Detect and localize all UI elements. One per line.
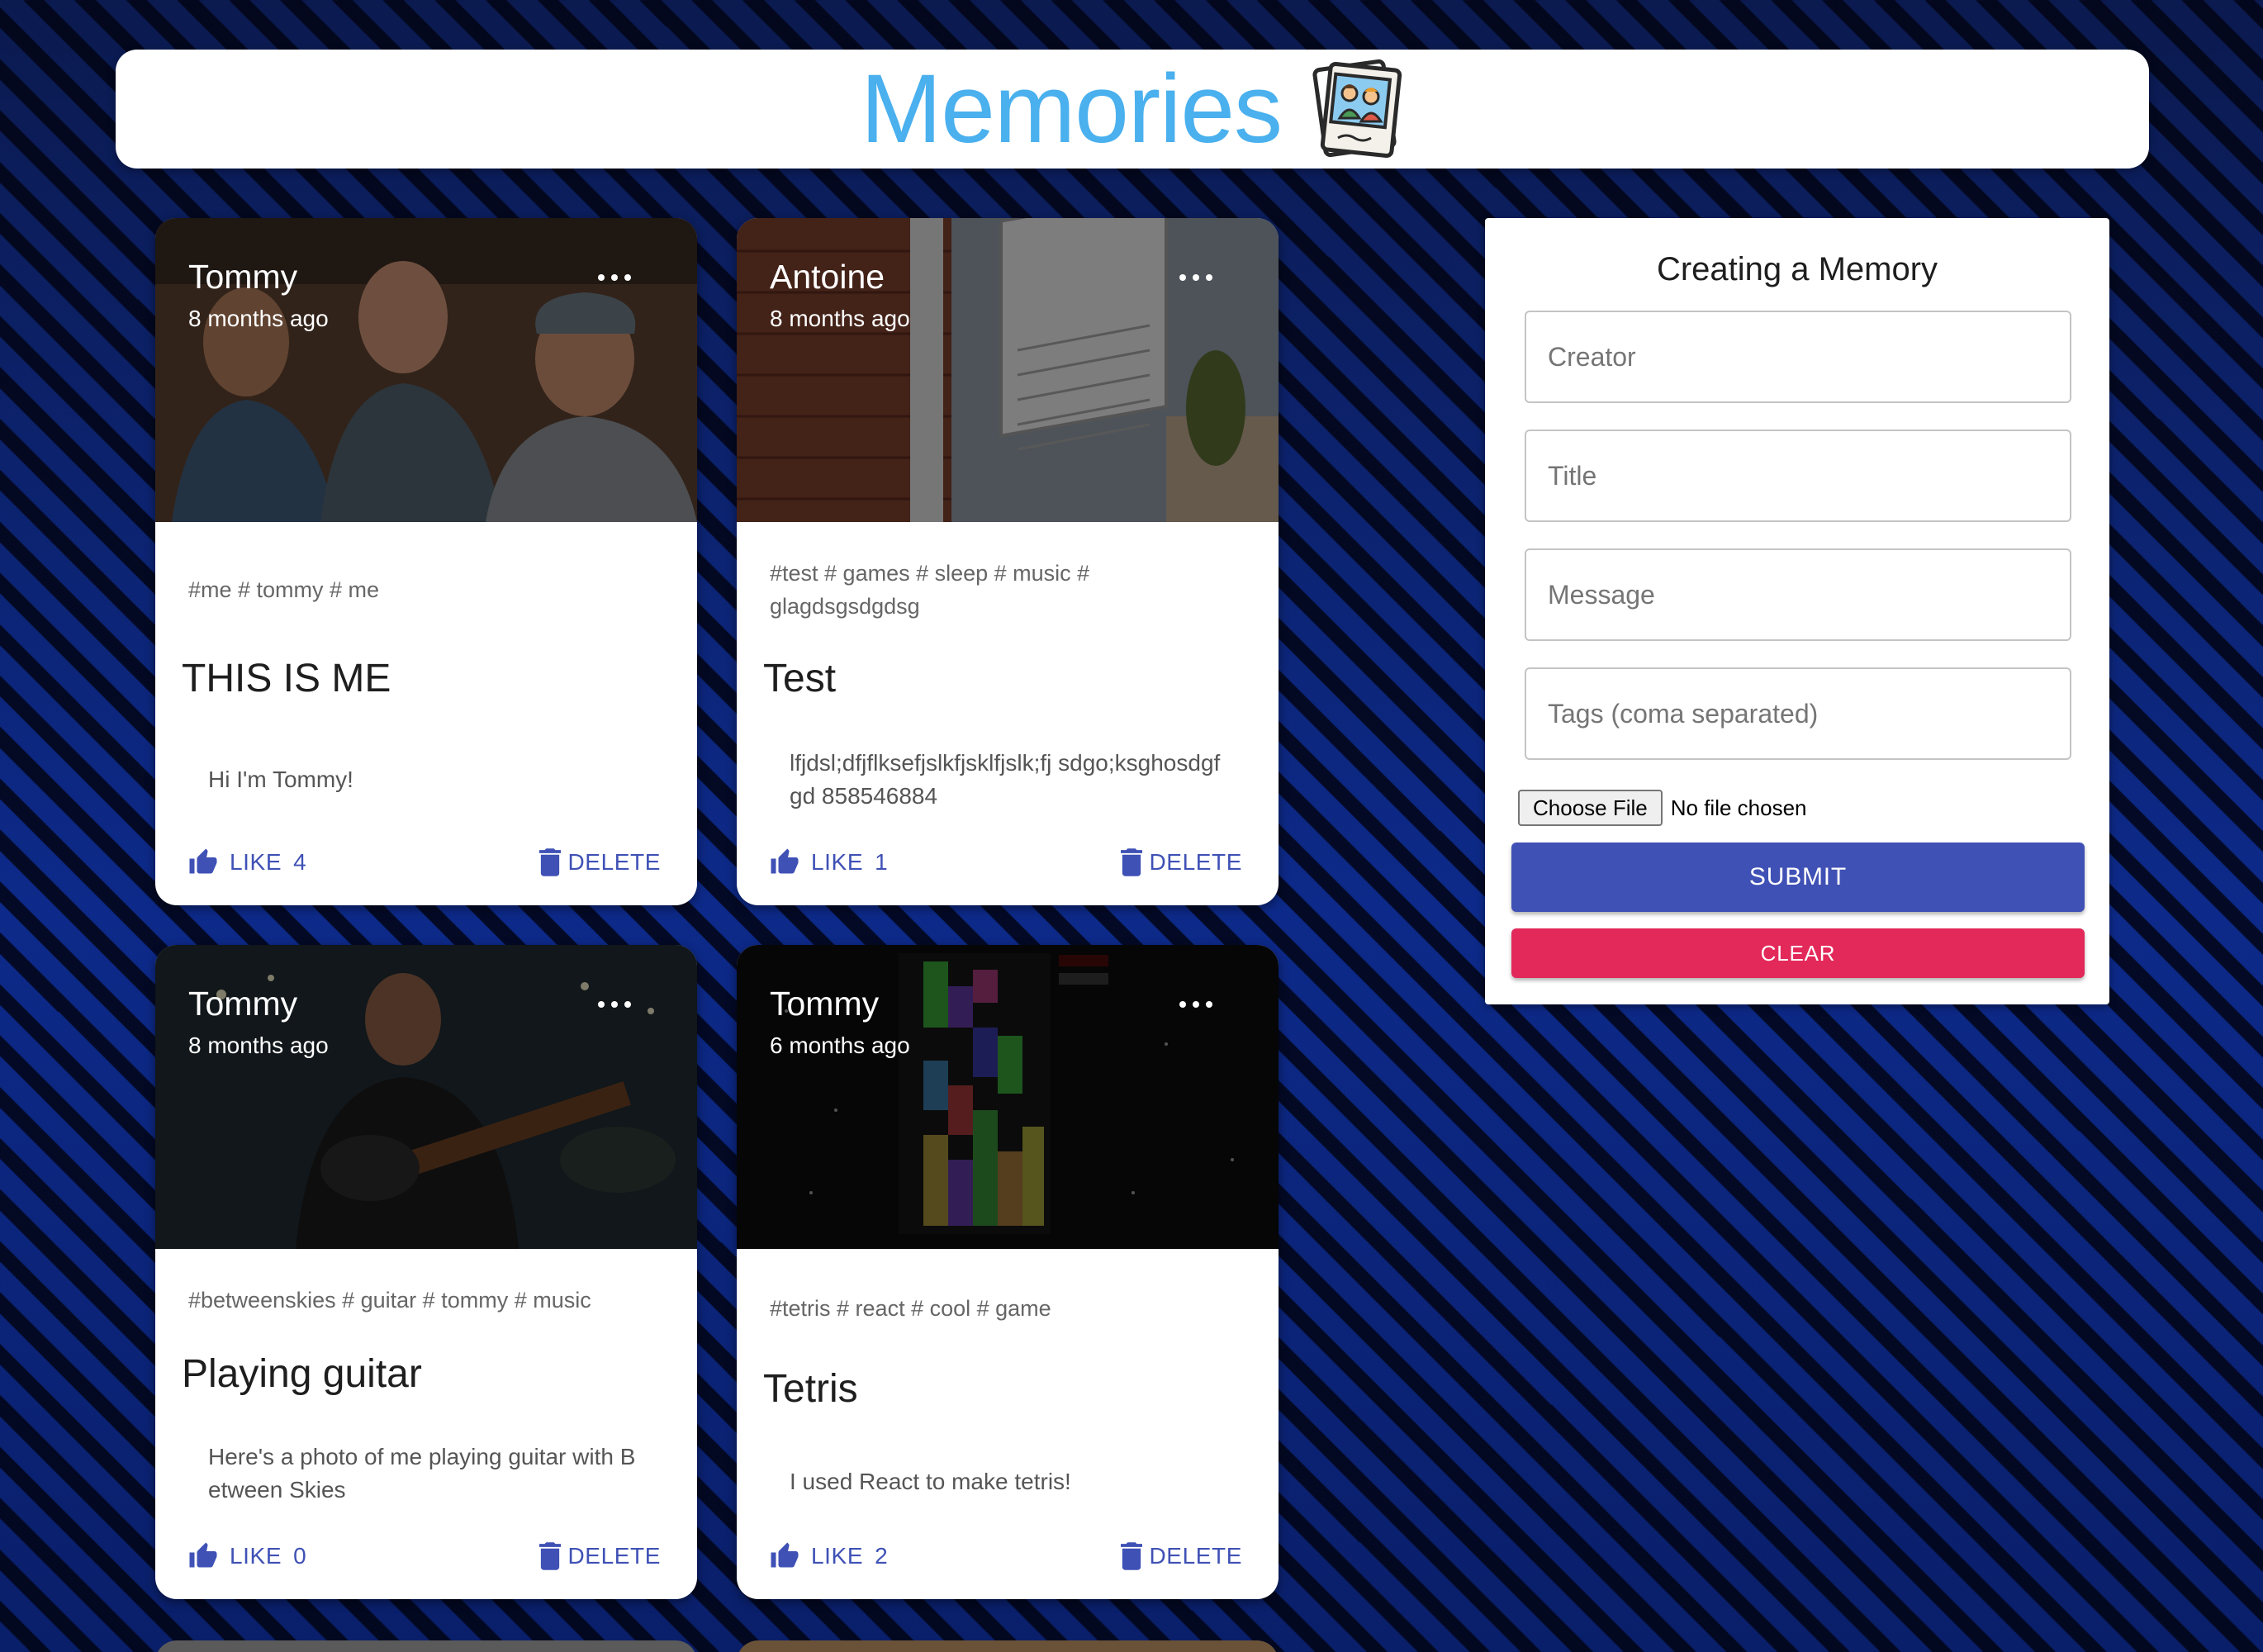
card-title: THIS IS ME bbox=[182, 657, 391, 700]
card-timestamp: 8 months ago bbox=[188, 306, 329, 331]
card-media: Tommy 8 months ago bbox=[155, 218, 697, 522]
delete-button[interactable]: DELETE bbox=[1121, 1542, 1242, 1570]
card-media: Tommy 6 months ago bbox=[737, 945, 1279, 1249]
like-label: LIKE bbox=[230, 1543, 282, 1569]
thumb-up-icon bbox=[771, 1542, 799, 1568]
card-title: Test bbox=[763, 657, 837, 700]
card-actions: LIKE 0 DELETE bbox=[188, 1538, 661, 1574]
creator-field[interactable] bbox=[1525, 311, 2071, 403]
photo-memories-icon bbox=[1312, 59, 1402, 159]
more-options-icon[interactable] bbox=[1179, 269, 1212, 286]
card-message: I used React to make tetris! bbox=[790, 1469, 1071, 1494]
memory-card: Antoine 8 months ago #test # games # sle… bbox=[737, 218, 1279, 905]
card-creator: Antoine bbox=[770, 258, 885, 296]
like-count: 2 bbox=[875, 1543, 889, 1569]
memory-card: Tommy 8 months ago #me # tommy # me THIS… bbox=[155, 218, 697, 905]
card-media: Tommy 8 months ago bbox=[155, 945, 697, 1249]
card-tags: #me # tommy # me bbox=[188, 577, 380, 602]
like-button[interactable]: LIKE 1 bbox=[770, 847, 888, 877]
card-title: Playing guitar bbox=[182, 1352, 422, 1396]
delete-button[interactable]: DELETE bbox=[539, 848, 661, 876]
submit-button[interactable]: SUBMIT bbox=[1511, 843, 2085, 912]
card-actions: LIKE 2 DELETE bbox=[770, 1538, 1242, 1574]
card-creator: Tommy bbox=[188, 258, 298, 296]
card-title: Tetris bbox=[763, 1367, 858, 1411]
trash-icon bbox=[539, 1542, 562, 1570]
clear-button[interactable]: CLEAR bbox=[1511, 928, 2085, 978]
memory-card-partial bbox=[737, 1640, 1279, 1652]
thumb-up-icon bbox=[771, 848, 799, 874]
like-button[interactable]: LIKE 0 bbox=[188, 1541, 306, 1571]
card-tags: #test # games # sleep # music # glagdsgs… bbox=[770, 561, 1090, 619]
like-label: LIKE bbox=[230, 849, 282, 875]
create-memory-form: Creating a Memory Choose File No file ch… bbox=[1485, 218, 2109, 1004]
delete-label: DELETE bbox=[567, 1543, 661, 1569]
trash-icon bbox=[539, 848, 562, 876]
like-count: 0 bbox=[293, 1543, 307, 1569]
card-timestamp: 8 months ago bbox=[188, 1032, 329, 1058]
more-options-icon[interactable] bbox=[598, 996, 631, 1013]
app-title: Memories bbox=[861, 55, 1283, 164]
memory-card-partial bbox=[155, 1640, 697, 1652]
thumb-up-icon bbox=[189, 1542, 217, 1568]
card-creator: Tommy bbox=[188, 985, 298, 1023]
like-button[interactable]: LIKE 4 bbox=[188, 847, 306, 877]
memory-card: Tommy 8 months ago #betweenskies # guita… bbox=[155, 945, 697, 1599]
card-message: lfjdsl;dfjflksefjslkfjsklfjslk;fj sdgo;k… bbox=[790, 750, 1221, 809]
card-tags: #tetris # react # cool # game bbox=[770, 1296, 1051, 1321]
title-field[interactable] bbox=[1525, 430, 2071, 522]
like-button[interactable]: LIKE 2 bbox=[770, 1541, 888, 1571]
like-count: 4 bbox=[293, 849, 307, 875]
delete-button[interactable]: DELETE bbox=[539, 1542, 661, 1570]
file-picker: Choose File No file chosen bbox=[1518, 790, 1807, 826]
card-creator: Tommy bbox=[770, 985, 880, 1023]
card-tags: #betweenskies # guitar # tommy # music bbox=[188, 1288, 591, 1313]
message-field[interactable] bbox=[1525, 548, 2071, 641]
file-status: No file chosen bbox=[1670, 795, 1807, 820]
card-message: Hi I'm Tommy! bbox=[208, 767, 353, 792]
delete-button[interactable]: DELETE bbox=[1121, 848, 1242, 876]
more-options-icon[interactable] bbox=[1179, 996, 1212, 1013]
like-label: LIKE bbox=[811, 1543, 864, 1569]
form-heading: Creating a Memory bbox=[1656, 251, 1938, 287]
trash-icon bbox=[1121, 848, 1143, 876]
trash-icon bbox=[1121, 1542, 1143, 1570]
card-media: Antoine 8 months ago bbox=[737, 218, 1279, 522]
delete-label: DELETE bbox=[1149, 849, 1242, 875]
memory-card: Tommy 6 months ago #tetris # react # coo… bbox=[737, 945, 1279, 1599]
like-count: 1 bbox=[875, 849, 889, 875]
card-actions: LIKE 1 DELETE bbox=[770, 844, 1242, 881]
card-message: Here's a photo of me playing guitar with… bbox=[208, 1444, 636, 1502]
more-options-icon[interactable] bbox=[598, 269, 631, 286]
delete-label: DELETE bbox=[1149, 1543, 1242, 1569]
card-timestamp: 6 months ago bbox=[770, 1032, 910, 1058]
card-actions: LIKE 4 DELETE bbox=[188, 844, 661, 881]
app-bar: Memories bbox=[116, 50, 2149, 169]
tags-field[interactable] bbox=[1525, 667, 2071, 760]
card-timestamp: 8 months ago bbox=[770, 306, 910, 331]
thumb-up-icon bbox=[189, 848, 217, 874]
like-label: LIKE bbox=[811, 849, 864, 875]
choose-file-button[interactable]: Choose File bbox=[1518, 790, 1663, 826]
delete-label: DELETE bbox=[567, 849, 661, 875]
